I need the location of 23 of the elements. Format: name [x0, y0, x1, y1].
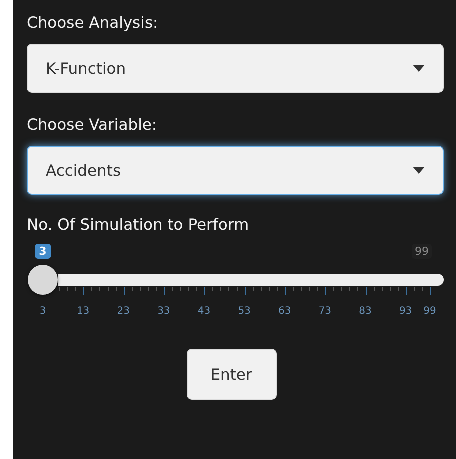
tick-label: 23	[117, 306, 130, 317]
slider-track[interactable]	[58, 274, 444, 286]
slider-handle[interactable]	[28, 265, 58, 295]
tick-label: 43	[198, 306, 211, 317]
dropdown-field[interactable]: K-Function	[27, 44, 444, 93]
tick-label: 73	[318, 306, 332, 317]
value-badge: 3	[35, 244, 51, 259]
tick-label: 53	[238, 306, 251, 317]
tick-label: 3	[40, 306, 46, 317]
tick-label: 13	[76, 306, 90, 317]
tick-label: 83	[359, 306, 372, 317]
field-label: Choose Variable:	[27, 116, 158, 134]
caret-icon	[413, 167, 425, 174]
tick-label: 93	[399, 306, 412, 317]
caret-icon	[413, 65, 425, 72]
tick-label: 99	[424, 306, 436, 317]
slider-label: No. Of Simulation to Perform	[27, 216, 250, 234]
field-label: Choose Analysis:	[27, 14, 158, 32]
tick-label: 33	[158, 306, 170, 317]
dropdown-field[interactable]: Accidents	[27, 146, 444, 195]
tick-label: 63	[278, 306, 292, 317]
max-value-label: 99	[412, 244, 432, 259]
enter-button[interactable]: Enter	[186, 349, 276, 400]
